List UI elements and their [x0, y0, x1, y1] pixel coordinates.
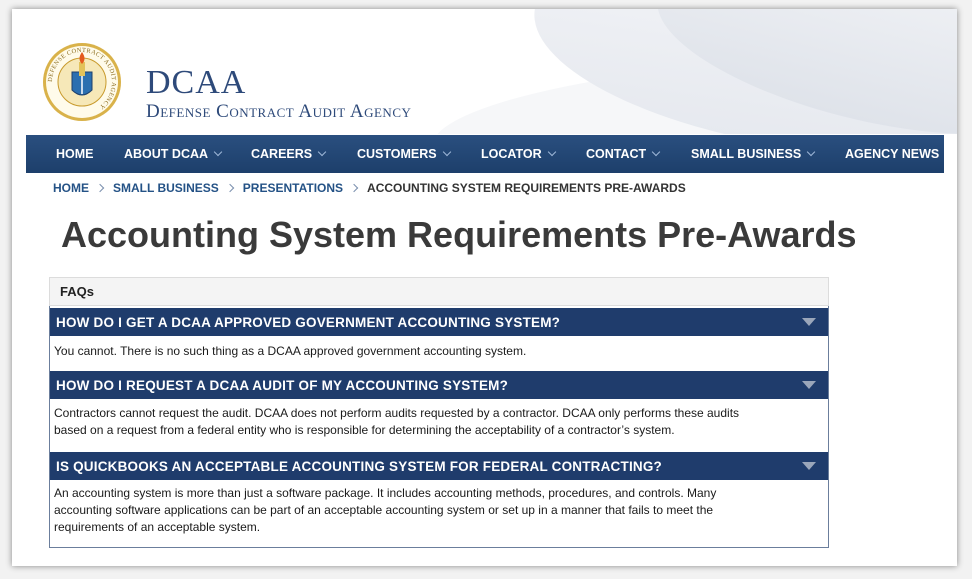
faq-answer-line: accounting software applications can be …: [54, 503, 714, 517]
nav-item-locator[interactable]: LOCATOR: [481, 147, 556, 161]
faq-header: FAQs: [49, 277, 829, 306]
nav-item-about-dcaa[interactable]: ABOUT DCAA: [124, 147, 223, 161]
faq-question-text: HOW DO I GET A DCAA APPROVED GOVERNMENT …: [56, 315, 561, 330]
faq-panel: FAQs HOW DO I GET A DCAA APPROVED GOVERN…: [49, 277, 829, 548]
caret-down-icon[interactable]: [802, 462, 816, 470]
chevron-down-icon: [213, 147, 223, 157]
faq-answer-1: You cannot. There is no such thing as a …: [54, 343, 818, 360]
faq-question-3[interactable]: IS QUICKBOOKS AN ACCEPTABLE ACCOUNTING S…: [50, 452, 828, 480]
chevron-right-icon: [349, 183, 359, 193]
nav-item-label: HOME: [56, 147, 94, 161]
nav-item-agency-news[interactable]: AGENCY NEWS: [845, 147, 939, 161]
breadcrumb-current: ACCOUNTING SYSTEM REQUIREMENTS PRE-AWARD…: [367, 181, 686, 195]
site-header: DEFENSE CONTRACT AUDIT AGENCY DCAA Defen…: [12, 9, 957, 134]
faq-question-2[interactable]: HOW DO I REQUEST A DCAA AUDIT OF MY ACCO…: [50, 371, 828, 399]
faq-answer-line: requirements of an acceptable system.: [54, 520, 261, 534]
main-navigation: HOME ABOUT DCAA CAREERS CUSTOMERS LOCATO…: [26, 135, 944, 173]
breadcrumb-home[interactable]: HOME: [53, 181, 89, 195]
nav-item-contact[interactable]: CONTACT: [586, 147, 661, 161]
faq-question-text: IS QUICKBOOKS AN ACCEPTABLE ACCOUNTING S…: [56, 459, 663, 474]
caret-down-icon[interactable]: [802, 318, 816, 326]
browser-page: DEFENSE CONTRACT AUDIT AGENCY DCAA Defen…: [12, 9, 957, 566]
nav-item-label: ABOUT DCAA: [124, 147, 209, 161]
breadcrumb-small-business[interactable]: SMALL BUSINESS: [113, 181, 219, 195]
nav-item-label: CONTACT: [586, 147, 647, 161]
chevron-right-icon: [225, 183, 235, 193]
faq-answer-3: An accounting system is more than just a…: [54, 485, 818, 536]
faq-answer-line: An accounting system is more than just a…: [54, 486, 717, 500]
nav-item-label: CAREERS: [251, 147, 313, 161]
nav-item-careers[interactable]: CAREERS: [251, 147, 327, 161]
faq-answer-line: based on a request from a federal entity…: [54, 423, 675, 437]
faq-answer-line: You cannot. There is no such thing as a …: [54, 344, 527, 358]
faq-header-label: FAQs: [60, 284, 94, 299]
chevron-down-icon: [442, 147, 451, 157]
site-subtitle: Defense Contract Audit Agency: [146, 101, 412, 122]
faq-answer-line: Contractors cannot request the audit. DC…: [54, 406, 740, 420]
faq-question-1[interactable]: HOW DO I GET A DCAA APPROVED GOVERNMENT …: [50, 308, 828, 336]
breadcrumb-presentations[interactable]: PRESENTATIONS: [243, 181, 343, 195]
site-title[interactable]: DCAA: [146, 64, 246, 102]
caret-down-icon[interactable]: [802, 381, 816, 389]
nav-item-customers[interactable]: CUSTOMERS: [357, 147, 451, 161]
breadcrumb: HOME SMALL BUSINESS PRESENTATIONS ACCOUN…: [53, 181, 686, 195]
chevron-down-icon: [806, 147, 816, 157]
nav-item-label: LOCATOR: [481, 147, 542, 161]
chevron-down-icon: [547, 147, 556, 157]
chevron-down-icon: [317, 147, 327, 157]
nav-item-small-business[interactable]: SMALL BUSINESS: [691, 147, 816, 161]
nav-item-label: SMALL BUSINESS: [691, 147, 802, 161]
chevron-right-icon: [95, 183, 105, 193]
faq-question-text: HOW DO I REQUEST A DCAA AUDIT OF MY ACCO…: [56, 378, 509, 393]
faq-answer-2: Contractors cannot request the audit. DC…: [54, 405, 818, 439]
page-title: Accounting System Requirements Pre-Award…: [61, 214, 857, 255]
nav-item-label: CUSTOMERS: [357, 147, 437, 161]
dcaa-seal-logo[interactable]: DEFENSE CONTRACT AUDIT AGENCY: [42, 42, 122, 122]
chevron-down-icon: [651, 147, 661, 157]
nav-item-home[interactable]: HOME: [56, 147, 94, 161]
nav-item-label: AGENCY NEWS: [845, 147, 940, 161]
